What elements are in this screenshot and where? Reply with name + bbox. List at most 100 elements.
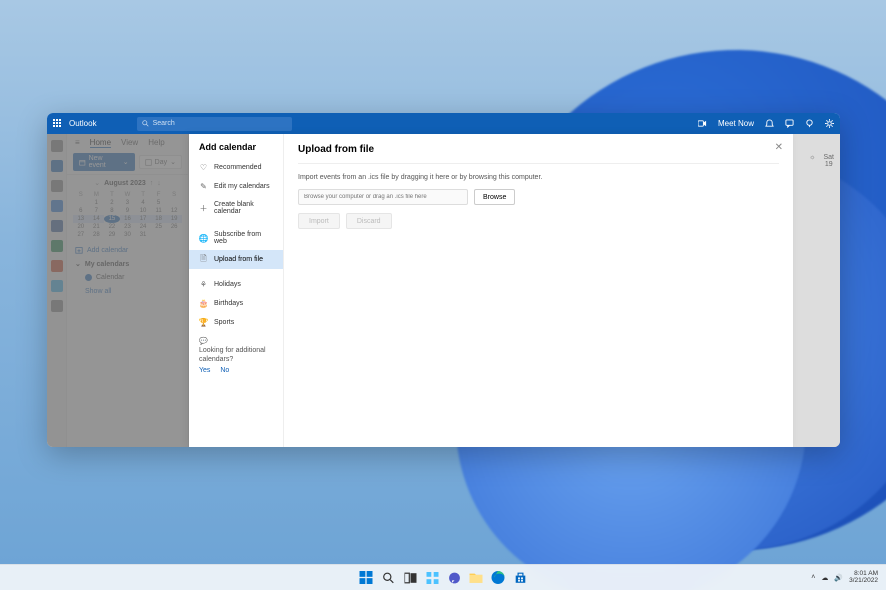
modal-item-sports[interactable]: 🏆Sports [189, 313, 283, 332]
tips-icon[interactable] [804, 119, 814, 129]
date-cell[interactable]: 5 [151, 199, 167, 207]
calendar-item[interactable]: Calendar [67, 271, 188, 284]
modal-main: ✕ Upload from file Import events from an… [284, 134, 793, 447]
chat-icon[interactable] [784, 119, 794, 129]
date-cell[interactable]: 23 [120, 223, 136, 231]
system-clock[interactable]: 8:01 AM 3/21/2022 [849, 571, 878, 585]
onedrive-tray-icon[interactable]: ☁ [821, 574, 828, 582]
store-icon[interactable] [512, 569, 529, 586]
date-cell[interactable]: 1 [89, 199, 105, 207]
notifications-icon[interactable] [764, 119, 774, 129]
plus-icon: ＋ [199, 204, 208, 213]
close-icon[interactable]: ✕ [775, 142, 783, 153]
meet-now-icon[interactable] [698, 119, 708, 129]
modal-item-holidays[interactable]: ⚘Holidays [189, 275, 283, 294]
date-cell[interactable]: 24 [135, 223, 151, 231]
date-cell[interactable]: 6 [73, 207, 89, 215]
rail-powerpoint-icon[interactable] [51, 260, 63, 272]
date-cell[interactable]: 29 [104, 231, 120, 239]
modal-item-edit[interactable]: ✎Edit my calendars [189, 177, 283, 196]
day-view-button[interactable]: Day ⌄ [139, 155, 182, 169]
tab-view[interactable]: View [121, 138, 138, 148]
date-cell[interactable]: 14 [89, 215, 105, 223]
rail-more-icon[interactable] [51, 300, 63, 312]
date-cell[interactable]: 18 [151, 215, 167, 223]
search-input[interactable]: Search [137, 117, 292, 131]
date-cell[interactable]: 19 [166, 215, 182, 223]
tab-home[interactable]: Home [90, 138, 111, 148]
month-down-icon[interactable]: ↓ [157, 180, 161, 187]
modal-item-birthdays[interactable]: 🎂Birthdays [189, 294, 283, 313]
date-cell[interactable]: 16 [120, 215, 136, 223]
volume-tray-icon[interactable]: 🔊 [834, 574, 843, 582]
date-cell[interactable]: 25 [151, 223, 167, 231]
day-date: 19 [823, 161, 834, 168]
month-up-icon[interactable]: ↑ [150, 180, 154, 187]
modal-item-recommended[interactable]: ♡Recommended [189, 158, 283, 177]
modal-item-upload[interactable]: 🗎Upload from file [189, 250, 283, 269]
discard-button[interactable]: Discard [346, 213, 392, 229]
date-cell[interactable]: 8 [104, 207, 120, 215]
date-cell[interactable]: 12 [166, 207, 182, 215]
edge-icon[interactable] [490, 569, 507, 586]
date-cell[interactable]: 3 [120, 199, 136, 207]
month-label: August 2023 [104, 180, 146, 187]
date-cell[interactable]: 4 [135, 199, 151, 207]
date-cell[interactable]: 11 [151, 207, 167, 215]
extra-no-link[interactable]: No [220, 367, 229, 374]
modal-item-subscribe[interactable]: 🌐Subscribe from web [189, 226, 283, 250]
chevron-down-icon[interactable]: ⌄ [94, 179, 100, 187]
chat-icon[interactable] [446, 569, 463, 586]
date-cell[interactable]: 27 [73, 231, 89, 239]
meet-now-label[interactable]: Meet Now [718, 119, 754, 128]
taskbar-search-icon[interactable] [380, 569, 397, 586]
new-event-button[interactable]: New event ⌄ [73, 153, 135, 171]
date-cell[interactable]: 30 [120, 231, 136, 239]
file-path-input[interactable] [298, 189, 468, 205]
browse-button[interactable]: Browse [474, 189, 515, 205]
calendar-color-dot [85, 274, 92, 281]
extra-yes-link[interactable]: Yes [199, 367, 210, 374]
add-calendar-link[interactable]: Add calendar [67, 243, 188, 257]
rail-calendar-icon[interactable] [51, 160, 63, 172]
dow-cell: T [135, 191, 151, 199]
trophy-icon: 🏆 [199, 318, 208, 327]
date-cell[interactable]: 21 [89, 223, 105, 231]
holiday-icon: ⚘ [199, 280, 208, 289]
date-cell[interactable]: 10 [135, 207, 151, 215]
explorer-icon[interactable] [468, 569, 485, 586]
show-all-link[interactable]: Show all [67, 284, 188, 299]
rail-excel-icon[interactable] [51, 240, 63, 252]
date-cell[interactable]: 2 [104, 199, 120, 207]
app-launcher-icon[interactable] [53, 119, 63, 129]
rail-people-icon[interactable] [51, 180, 63, 192]
widgets-icon[interactable] [424, 569, 441, 586]
date-cell[interactable]: 15 [104, 215, 120, 223]
date-cell[interactable]: 22 [104, 223, 120, 231]
date-cell[interactable]: 31 [135, 231, 151, 239]
cake-icon: 🎂 [199, 299, 208, 308]
modal-item-blank[interactable]: ＋Create blank calendar [189, 196, 283, 220]
app-name: Outlook [69, 119, 97, 128]
extra-text: Looking for additional calendars? [199, 347, 266, 363]
tray-chevron-icon[interactable]: ˄ [811, 574, 815, 581]
rail-onedrive-icon[interactable] [51, 280, 63, 292]
settings-icon[interactable] [824, 119, 834, 129]
import-button[interactable]: Import [298, 213, 340, 229]
mini-calendar[interactable]: SMTWTFS303112345678910111213141516171819… [67, 191, 188, 243]
rail-word-icon[interactable] [51, 220, 63, 232]
date-cell[interactable]: 17 [135, 215, 151, 223]
date-cell[interactable]: 20 [73, 223, 89, 231]
start-button[interactable] [358, 569, 375, 586]
date-cell[interactable]: 13 [73, 215, 89, 223]
date-cell[interactable]: 28 [89, 231, 105, 239]
date-cell[interactable]: 7 [89, 207, 105, 215]
tab-help[interactable]: Help [148, 138, 164, 148]
rail-todo-icon[interactable] [51, 200, 63, 212]
date-cell[interactable]: 9 [120, 207, 136, 215]
my-calendars-header[interactable]: ⌄ My calendars [67, 257, 188, 271]
date-cell[interactable]: 26 [166, 223, 182, 231]
task-view-icon[interactable] [402, 569, 419, 586]
hamburger-icon[interactable]: ≡ [75, 138, 80, 148]
rail-mail-icon[interactable] [51, 140, 63, 152]
